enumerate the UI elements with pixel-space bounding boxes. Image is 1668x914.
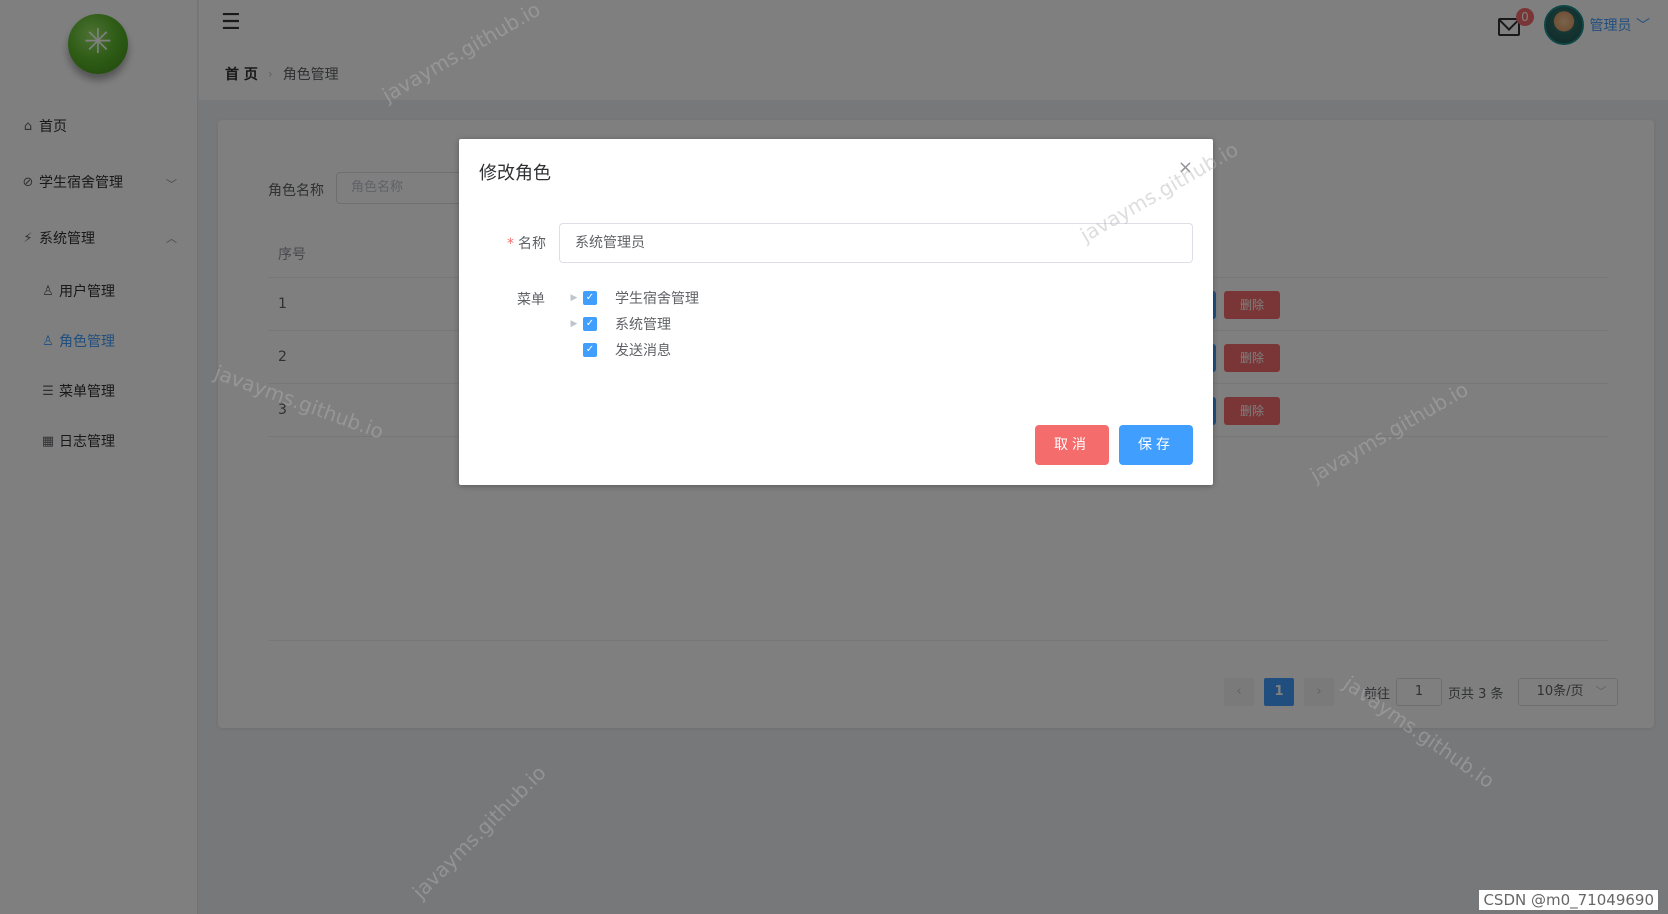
name-label: * 名称 bbox=[507, 233, 546, 253]
footer-credit: CSDN @m0_71049690 bbox=[1479, 890, 1658, 910]
caret-right-icon[interactable]: ▶ bbox=[567, 319, 581, 329]
save-button[interactable]: 保存 bbox=[1119, 425, 1193, 465]
required-asterisk: * bbox=[507, 236, 514, 252]
tree-node[interactable]: ▶ ✓ 学生宿舍管理 bbox=[567, 285, 699, 311]
edit-role-dialog: 修改角色 × * 名称 系统管理员 菜单 ▶ ✓ 学生宿舍管理 ▶ ✓ 系统管理 … bbox=[459, 139, 1213, 485]
role-name-input[interactable]: 系统管理员 bbox=[559, 223, 1193, 263]
tree-node[interactable]: ▶ ✓ 系统管理 bbox=[567, 311, 699, 337]
close-icon[interactable]: × bbox=[1178, 157, 1193, 178]
cancel-button[interactable]: 取消 bbox=[1035, 425, 1109, 465]
caret-right-icon[interactable]: ▶ bbox=[567, 293, 581, 303]
checkbox-checked-icon[interactable]: ✓ bbox=[583, 317, 597, 331]
name-label-text: 名称 bbox=[518, 236, 546, 252]
tree-node-label: 系统管理 bbox=[615, 317, 671, 333]
menu-label: 菜单 bbox=[517, 292, 545, 308]
menu-tree: ▶ ✓ 学生宿舍管理 ▶ ✓ 系统管理 ✓ 发送消息 bbox=[567, 285, 699, 363]
tree-node[interactable]: ✓ 发送消息 bbox=[567, 337, 699, 363]
dialog-title: 修改角色 bbox=[479, 163, 551, 184]
tree-node-label: 发送消息 bbox=[615, 343, 671, 359]
checkbox-checked-icon[interactable]: ✓ bbox=[583, 343, 597, 357]
checkbox-checked-icon[interactable]: ✓ bbox=[583, 291, 597, 305]
tree-node-label: 学生宿舍管理 bbox=[615, 291, 699, 307]
